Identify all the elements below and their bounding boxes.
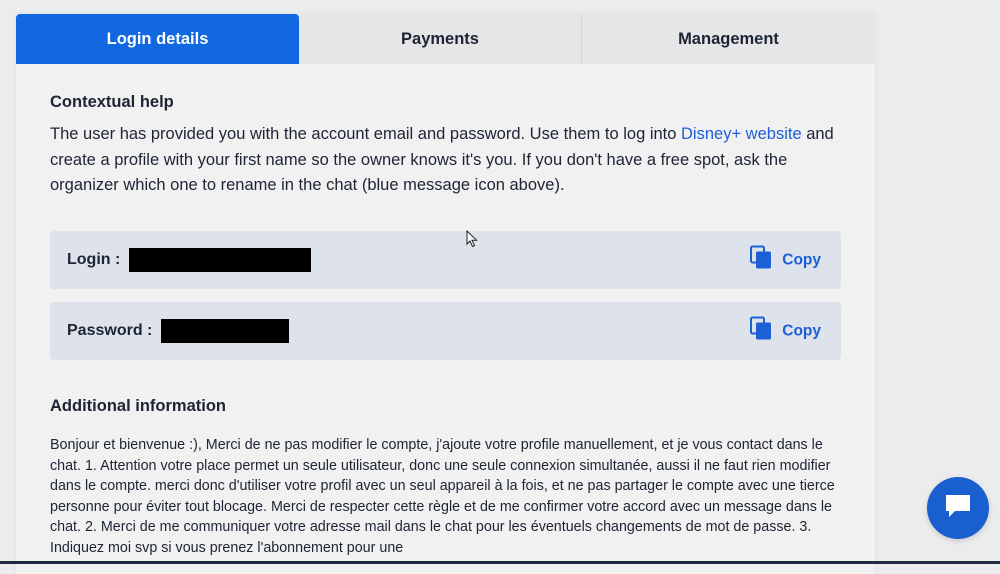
password-row: Password : Copy <box>50 302 841 360</box>
tab-bar: Login details Payments Management <box>16 14 875 64</box>
help-text-before: The user has provided you with the accou… <box>50 125 682 143</box>
additional-information-title: Additional information <box>50 397 226 415</box>
login-value-redacted <box>128 248 311 272</box>
tab-payments[interactable]: Payments <box>299 14 582 64</box>
login-row: Login : Copy <box>50 231 841 289</box>
password-label: Password : <box>67 322 157 339</box>
additional-information-text: Bonjour et bienvenue :), Merci de ne pas… <box>50 437 835 556</box>
chat-bubble-icon <box>943 492 973 525</box>
contextual-help-title: Contextual help <box>50 93 174 111</box>
contextual-help-text: The user has provided you with the accou… <box>50 122 840 199</box>
copy-login-label: Copy <box>782 251 821 268</box>
copy-password-label: Copy <box>782 322 821 339</box>
copy-password-button[interactable]: Copy <box>750 316 821 346</box>
password-value-redacted <box>160 319 289 343</box>
login-label: Login : <box>67 251 125 268</box>
mouse-cursor-icon <box>466 229 478 253</box>
copy-login-button[interactable]: Copy <box>750 245 821 275</box>
chat-button[interactable] <box>927 477 989 539</box>
tab-login-details[interactable]: Login details <box>16 14 299 64</box>
copy-icon <box>750 245 772 275</box>
disney-website-link[interactable]: Disney+ website <box>681 125 802 143</box>
account-details-card: Login details Payments Management Contex… <box>16 14 875 574</box>
tab-management[interactable]: Management <box>582 14 875 64</box>
copy-icon <box>750 316 772 346</box>
